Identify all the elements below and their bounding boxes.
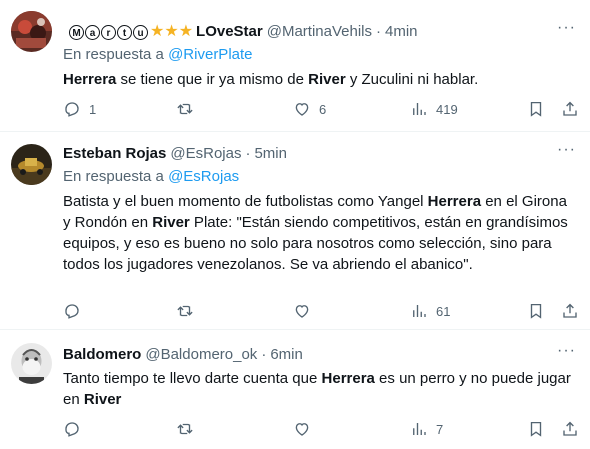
tweet-header: Martu ★★★ LOveStar @MartinaVehils · 4min [63, 22, 576, 42]
views-icon [413, 103, 426, 115]
reply-prefix: En respuesta a [63, 168, 164, 185]
tweet-header: Baldomero @Baldomero_ok · 6min [63, 345, 576, 365]
like-button[interactable] [293, 301, 319, 321]
tweet-header: Esteban Rojas @EsRojas · 5min [63, 144, 576, 164]
like-button[interactable]: 6 [293, 99, 326, 119]
reply-icon [65, 304, 79, 319]
views-count: 61 [436, 303, 451, 319]
tweet-actions: 1 6 419 [63, 99, 579, 119]
share-button[interactable] [561, 99, 579, 119]
more-icon[interactable]: ··· [557, 343, 576, 359]
user-handle[interactable]: @Baldomero_ok [145, 345, 257, 365]
retweet-button[interactable] [176, 419, 202, 439]
tweet-text: Herrera se tiene que ir ya mismo de Rive… [63, 71, 479, 88]
reply-button[interactable] [63, 301, 89, 321]
tweet[interactable]: Esteban Rojas @EsRojas · 5min ··· En res… [0, 132, 590, 330]
display-name-circled-letters: Martu [69, 24, 148, 40]
reply-mention-link[interactable]: @EsRojas [168, 168, 239, 185]
bookmark-icon [530, 101, 542, 117]
retweet-icon [177, 423, 193, 435]
display-name[interactable]: Esteban Rojas [63, 144, 166, 164]
tweet-text: Tanto tiempo te llevo darte cuenta que H… [63, 370, 571, 408]
tweet-actions: 7 [63, 419, 579, 439]
tweet-feed: Martu ★★★ LOveStar @MartinaVehils · 4min… [0, 0, 590, 449]
separator-dot: · [261, 346, 267, 363]
bookmark-button[interactable] [527, 99, 545, 119]
share-button[interactable] [561, 301, 579, 321]
retweet-button[interactable] [176, 99, 202, 119]
reply-prefix: En respuesta a [63, 46, 164, 63]
timestamp[interactable]: 6min [270, 345, 303, 365]
reply-context: En respuesta a @EsRojas [63, 167, 576, 187]
like-icon [295, 103, 309, 116]
display-name[interactable]: LOveStar [196, 22, 263, 42]
like-icon [295, 305, 309, 318]
reply-context: En respuesta a @RiverPlate [63, 45, 576, 65]
tweet[interactable]: Baldomero @Baldomero_ok · 6min ··· Tanto… [0, 330, 590, 449]
avatar[interactable] [11, 11, 52, 52]
share-icon [563, 303, 577, 318]
views-count: 7 [436, 421, 444, 437]
views-icon [413, 423, 426, 435]
views-button[interactable]: 61 [410, 301, 450, 321]
views-button[interactable]: 419 [410, 99, 458, 119]
avatar[interactable] [11, 144, 52, 185]
timestamp[interactable]: 5min [254, 144, 287, 164]
bookmark-icon [530, 421, 542, 437]
display-name-stars: ★★★ [150, 23, 194, 40]
timestamp[interactable]: 4min [385, 22, 418, 42]
separator-dot: · [245, 145, 251, 162]
views-count: 419 [436, 101, 458, 117]
user-handle[interactable]: @EsRojas [170, 144, 241, 164]
retweet-icon [177, 305, 193, 317]
share-button[interactable] [561, 419, 579, 439]
reply-button[interactable] [63, 419, 89, 439]
like-count: 6 [319, 101, 327, 117]
views-icon [413, 305, 426, 317]
display-name[interactable]: Baldomero [63, 345, 141, 365]
reply-icon [65, 102, 79, 117]
tweet-text: Batista y el buen momento de futbolistas… [63, 193, 568, 273]
retweet-icon [177, 103, 193, 115]
share-icon [563, 421, 577, 436]
bookmark-button[interactable] [527, 301, 545, 321]
reply-mention-link[interactable]: @RiverPlate [168, 46, 252, 63]
like-button[interactable] [293, 419, 319, 439]
reply-icon [65, 422, 79, 437]
tweet-actions: 61 [63, 301, 579, 321]
reply-button[interactable]: 1 [63, 99, 96, 119]
like-icon [295, 423, 309, 436]
more-icon[interactable]: ··· [557, 20, 576, 36]
separator-dot: · [376, 23, 382, 40]
avatar[interactable] [11, 343, 52, 384]
bookmark-button[interactable] [527, 419, 545, 439]
views-button[interactable]: 7 [410, 419, 443, 439]
retweet-button[interactable] [176, 301, 202, 321]
user-handle[interactable]: @MartinaVehils [267, 22, 372, 42]
more-icon[interactable]: ··· [557, 142, 576, 158]
reply-count: 1 [89, 101, 97, 117]
share-icon [563, 101, 577, 116]
tweet[interactable]: Martu ★★★ LOveStar @MartinaVehils · 4min… [0, 0, 590, 132]
bookmark-icon [530, 303, 542, 319]
